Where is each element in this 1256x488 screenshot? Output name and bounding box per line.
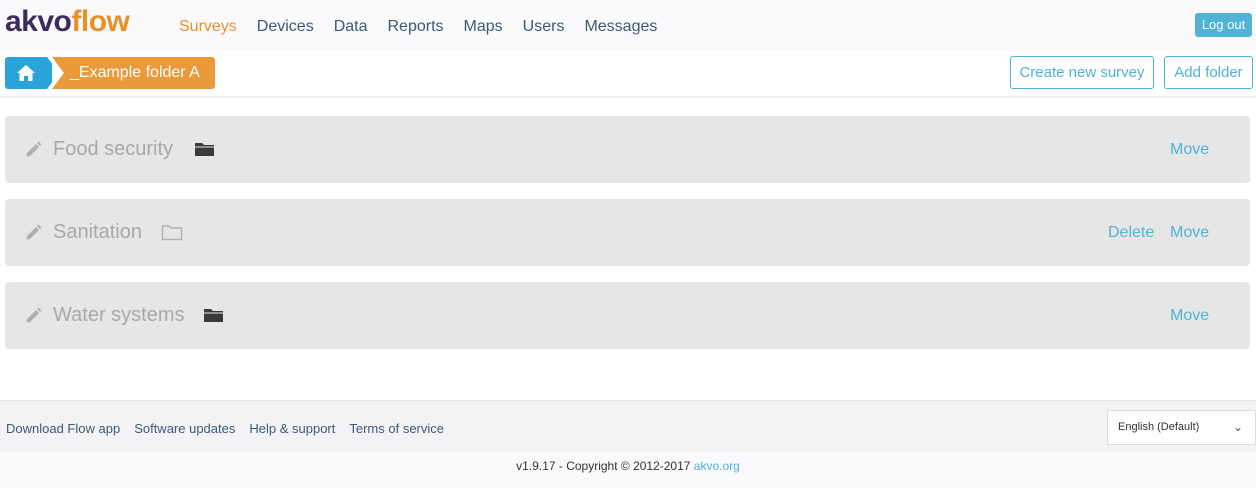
folder-outline-icon	[161, 225, 183, 241]
item-name[interactable]: Sanitation	[53, 199, 142, 266]
nav-data[interactable]: Data	[334, 17, 368, 37]
create-new-survey-button[interactable]: Create new survey	[1010, 56, 1154, 89]
terms-of-service-link[interactable]: Terms of service	[349, 401, 444, 457]
language-select-value: English (Default)	[1118, 421, 1200, 433]
breadcrumb-notch	[52, 57, 64, 89]
pencil-icon[interactable]	[25, 141, 42, 158]
add-folder-button[interactable]: Add folder	[1164, 56, 1253, 89]
copyright-text: v1.9.17 - Copyright © 2012-2017	[516, 459, 694, 473]
home-icon	[17, 65, 35, 81]
list-item: Sanitation Delete Move	[5, 199, 1250, 266]
copyright: v1.9.17 - Copyright © 2012-2017 akvo.org	[0, 452, 1256, 488]
akvoflow-logo[interactable]: akvoflow	[5, 5, 130, 39]
logout-button[interactable]: Log out	[1195, 13, 1252, 37]
pencil-icon[interactable]	[25, 224, 42, 241]
item-name[interactable]: Water systems	[53, 282, 185, 349]
breadcrumb-bar: _Example folder A Create new survey Add …	[0, 50, 1256, 98]
folder-filled-icon	[195, 143, 214, 156]
move-button[interactable]: Move	[1170, 199, 1209, 266]
pencil-icon[interactable]	[25, 307, 42, 324]
breadcrumb-folder[interactable]: _Example folder A	[52, 57, 215, 89]
nav-reports[interactable]: Reports	[388, 17, 444, 37]
nav-maps[interactable]: Maps	[464, 17, 503, 37]
software-updates-link[interactable]: Software updates	[134, 401, 235, 457]
breadcrumb-folder-label: _Example folder A	[70, 64, 200, 81]
nav-surveys[interactable]: Surveys	[179, 17, 237, 37]
delete-button[interactable]: Delete	[1108, 199, 1154, 266]
nav-messages[interactable]: Messages	[584, 17, 657, 37]
item-name[interactable]: Food security	[53, 116, 173, 183]
nav-devices[interactable]: Devices	[257, 17, 314, 37]
akvo-org-link[interactable]: akvo.org	[694, 459, 740, 473]
move-button[interactable]: Move	[1170, 116, 1209, 183]
chevron-down-icon: ⌄	[1232, 420, 1243, 434]
nav-users[interactable]: Users	[523, 17, 565, 37]
top-navigation-bar: akvoflow Surveys Devices Data Reports Ma…	[0, 0, 1256, 50]
help-support-link[interactable]: Help & support	[249, 401, 335, 457]
footer-links: Download Flow app Software updates Help …	[6, 401, 444, 457]
folder-filled-icon	[204, 309, 223, 322]
main-nav: Surveys Devices Data Reports Maps Users …	[179, 17, 657, 37]
list-item: Water systems Move	[5, 282, 1250, 349]
footer: Download Flow app Software updates Help …	[0, 400, 1256, 452]
breadcrumb-home[interactable]	[5, 57, 47, 89]
download-flow-app-link[interactable]: Download Flow app	[6, 401, 120, 457]
survey-list: Food security Move Sanitation Delete Mov…	[0, 100, 1256, 400]
move-button[interactable]: Move	[1170, 282, 1209, 349]
list-item: Food security Move	[5, 116, 1250, 183]
language-select[interactable]: English (Default) ⌄	[1107, 410, 1256, 445]
